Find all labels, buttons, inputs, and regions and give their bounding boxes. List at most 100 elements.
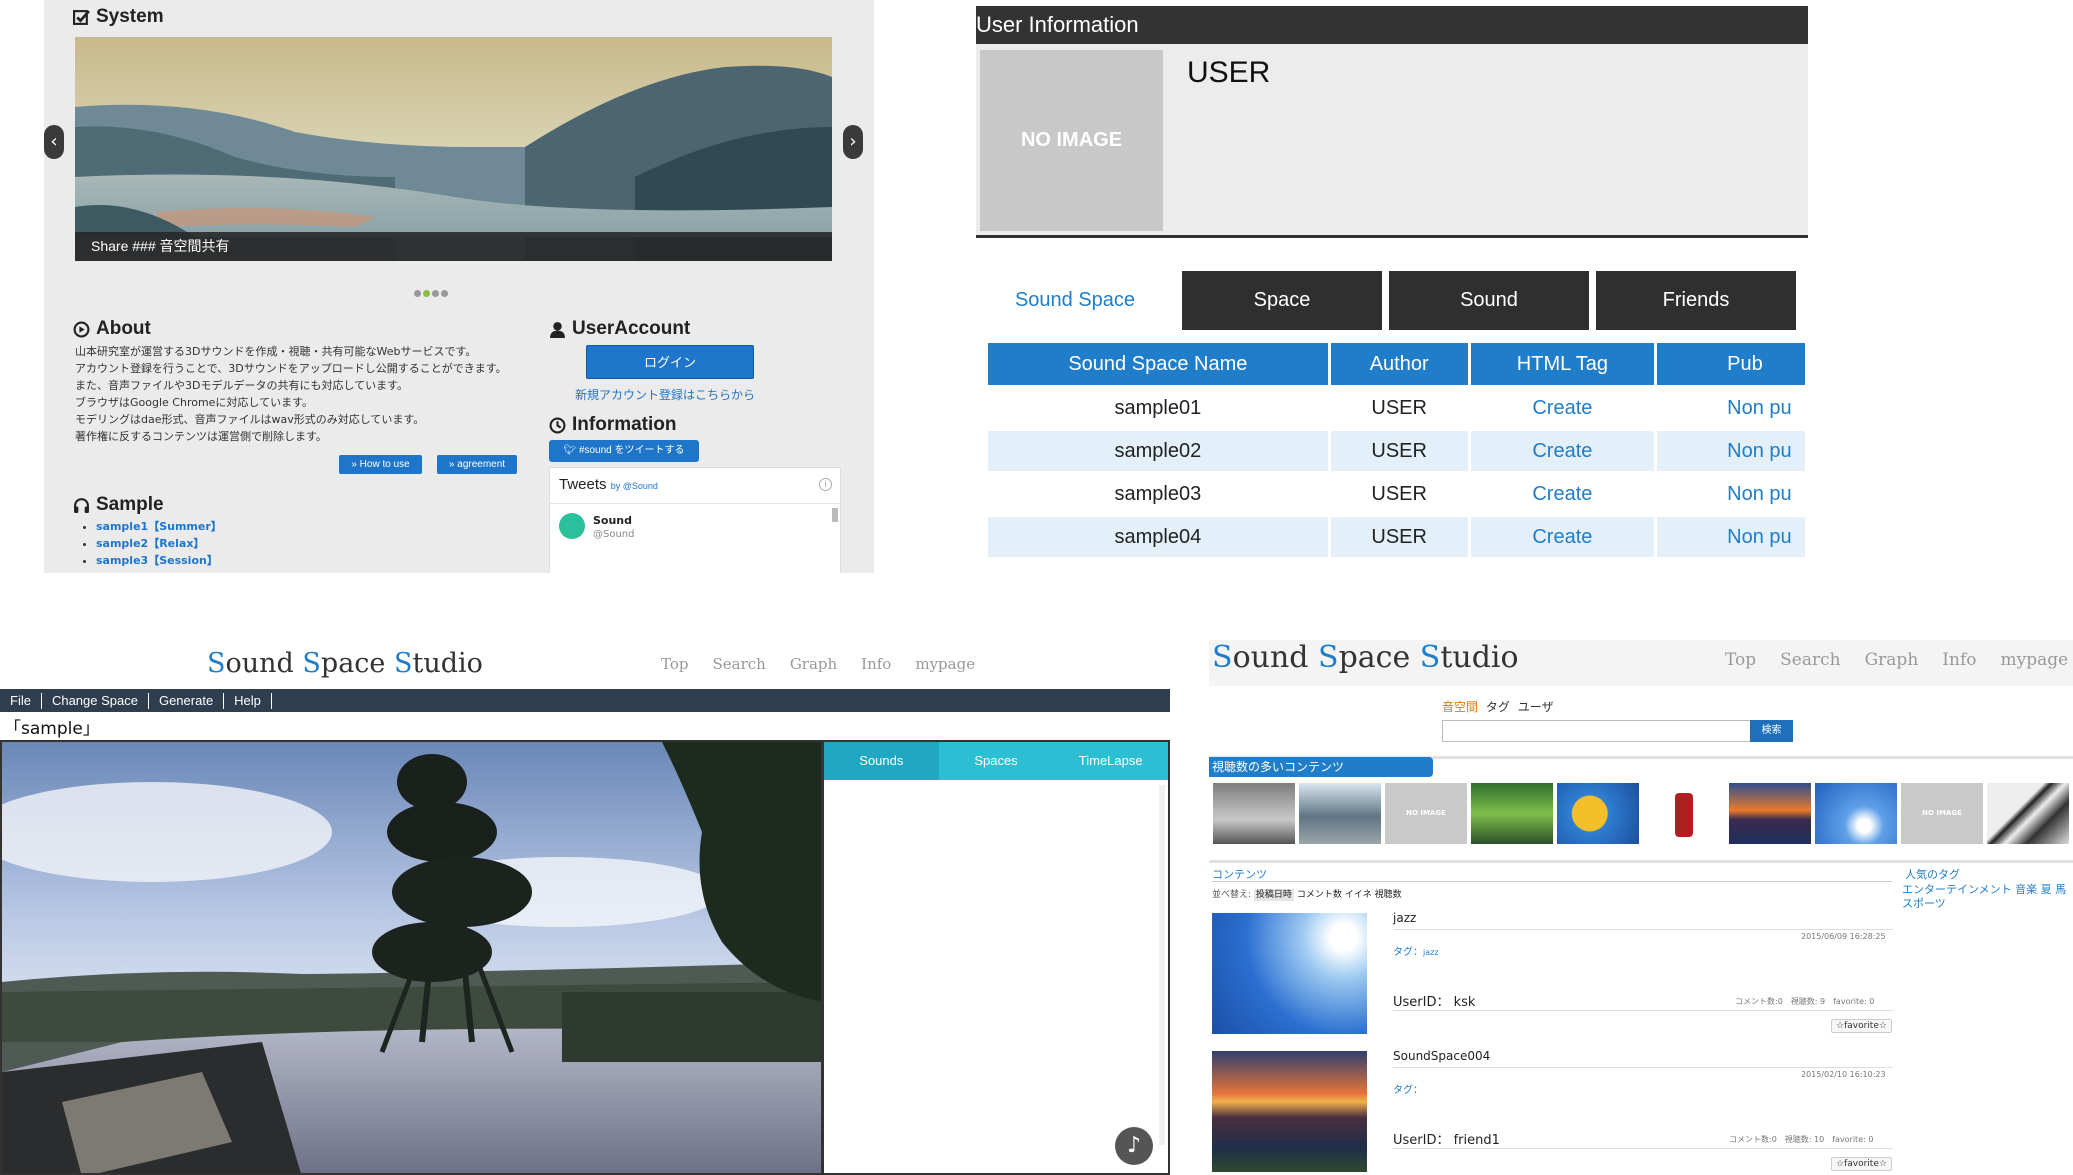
sample-link[interactable]: sample3【Session】 [96, 552, 222, 569]
agreement-button[interactable]: » agreement [437, 455, 517, 474]
search-tab-tag[interactable]: タグ [1486, 700, 1510, 714]
3d-viewer[interactable] [0, 740, 823, 1175]
favorite-button[interactable]: ☆favorite☆ [1831, 1157, 1892, 1171]
carousel-prev-button[interactable]: ‹ [44, 125, 64, 159]
tweet-button[interactable]: 🐦︎ #sound をツイートする [549, 440, 699, 462]
sort-views[interactable]: 視聴数 [1375, 890, 1402, 900]
nav-info[interactable]: Info [861, 655, 891, 673]
register-link[interactable]: 新規アカウント登録はこちらから [575, 386, 755, 403]
login-button[interactable]: ログイン [586, 345, 754, 379]
tweets-widget[interactable]: Tweets by @Sound i Sound @Sound [549, 467, 841, 573]
clock-icon [549, 417, 566, 433]
sort-comments[interactable]: コメント数 [1297, 890, 1342, 900]
tab-space[interactable]: Space [1182, 271, 1382, 330]
content-title[interactable]: SoundSpace004 [1393, 1049, 1490, 1063]
brand-logo[interactable]: Sound Space Studio [207, 648, 483, 679]
menu-change-space[interactable]: Change Space [42, 692, 149, 709]
scrollbar[interactable] [832, 508, 838, 522]
create-link[interactable]: Create [1470, 431, 1655, 471]
brand-letter: S [1212, 640, 1233, 675]
thumbnail[interactable] [1213, 783, 1295, 844]
carousel-indicators[interactable] [414, 282, 450, 301]
tag-link[interactable]: jazz [1423, 948, 1439, 957]
sort-likes[interactable]: イイネ [1345, 890, 1372, 900]
system-title: System [96, 6, 164, 27]
publish-status[interactable]: Non pu [1657, 431, 1805, 471]
sample-link[interactable]: sample1【Summer】 [96, 518, 222, 535]
indicator-dot[interactable] [414, 290, 421, 297]
search-tab-space[interactable]: 音空間 [1442, 700, 1478, 714]
tweet-user-name[interactable]: Sound [593, 514, 632, 527]
nav-top[interactable]: Top [661, 655, 688, 673]
thumbnail[interactable] [1471, 783, 1553, 844]
divider [1393, 1067, 1893, 1068]
table-row: sample01 USER Create Non pu [988, 388, 1805, 428]
favorite-button[interactable]: ☆favorite☆ [1831, 1019, 1892, 1033]
tweets-by[interactable]: by @Sound [611, 481, 658, 491]
indicator-dot[interactable] [432, 290, 439, 297]
tab-sounds[interactable]: Sounds [824, 742, 939, 780]
create-link[interactable]: Create [1470, 474, 1655, 514]
nav-top[interactable]: Top [1725, 650, 1756, 670]
thumbnail[interactable] [1643, 783, 1725, 844]
publish-status[interactable]: Non pu [1657, 517, 1805, 557]
nav-graph[interactable]: Graph [790, 655, 837, 673]
menu-generate[interactable]: Generate [149, 692, 225, 709]
nav-search[interactable]: Search [1780, 650, 1840, 670]
tab-spaces[interactable]: Spaces [939, 742, 1054, 780]
side-panel: Sounds Spaces TimeLapse ♪ [823, 740, 1170, 1175]
create-link[interactable]: Create [1470, 388, 1655, 428]
sort-date[interactable]: 投稿日時 [1253, 889, 1294, 901]
nav-info[interactable]: Info [1942, 650, 1976, 670]
search-button[interactable]: 検索 [1750, 720, 1793, 742]
sample-title: Sample [96, 494, 164, 515]
content-user[interactable]: UserID： ksk [1393, 991, 1475, 1010]
scrollbar[interactable] [1159, 785, 1165, 1145]
image-carousel[interactable]: Share ### 音空間共有 [75, 37, 832, 261]
search-input[interactable] [1442, 720, 1752, 742]
publish-status[interactable]: Non pu [1657, 388, 1805, 428]
content-thumbnail[interactable] [1212, 913, 1367, 1034]
user-icon [550, 321, 565, 338]
menu-file[interactable]: File [0, 692, 42, 709]
system-heading: System [73, 6, 164, 28]
tab-friends[interactable]: Friends [1596, 271, 1796, 330]
sample-link[interactable]: sample2【Relax】 [96, 535, 222, 552]
row-author: USER [1330, 431, 1468, 471]
search-tab-user[interactable]: ユーザ [1518, 700, 1554, 714]
thumbnail[interactable] [1815, 783, 1897, 844]
thumbnail[interactable] [1729, 783, 1811, 844]
nav-search[interactable]: Search [712, 655, 765, 673]
menu-help[interactable]: Help [224, 692, 272, 709]
tab-sound-space[interactable]: Sound Space [976, 271, 1174, 330]
tweet-user-handle[interactable]: @Sound [593, 529, 635, 540]
nav-mypage[interactable]: mypage [2000, 650, 2068, 670]
content-title[interactable]: jazz [1393, 911, 1416, 925]
column-header: HTML Tag [1470, 343, 1655, 385]
popular-tags[interactable]: エンターテインメント 音楽 夏 馬 スポーツ [1902, 883, 2073, 911]
thumbnail[interactable]: NO IMAGE [1385, 783, 1467, 844]
nav-mypage[interactable]: mypage [915, 655, 975, 673]
thumbnail[interactable] [1987, 783, 2069, 844]
music-note-icon[interactable]: ♪ [1115, 1127, 1153, 1165]
content-thumbnail[interactable] [1212, 1051, 1367, 1172]
row-name: sample02 [988, 431, 1328, 471]
brand-logo[interactable]: Sound Space Studio [1212, 640, 1519, 675]
info-icon[interactable]: i [819, 478, 832, 491]
thumbnail[interactable] [1299, 783, 1381, 844]
brand-letter: S [393, 648, 413, 679]
thumbnail[interactable]: NO IMAGE [1901, 783, 1983, 844]
tab-sound[interactable]: Sound [1389, 271, 1589, 330]
avatar[interactable] [559, 513, 585, 539]
carousel-next-button[interactable]: › [843, 125, 863, 159]
publish-status[interactable]: Non pu [1657, 474, 1805, 514]
nav-graph[interactable]: Graph [1865, 650, 1919, 670]
thumbnail[interactable] [1557, 783, 1639, 844]
create-link[interactable]: Create [1470, 517, 1655, 557]
tab-timelapse[interactable]: TimeLapse [1053, 742, 1168, 780]
indicator-dot[interactable] [423, 290, 430, 297]
brand-letter: S [1318, 640, 1339, 675]
indicator-dot[interactable] [441, 290, 448, 297]
how-to-use-button[interactable]: » How to use [339, 455, 422, 474]
content-user[interactable]: UserID： friend1 [1393, 1129, 1500, 1148]
